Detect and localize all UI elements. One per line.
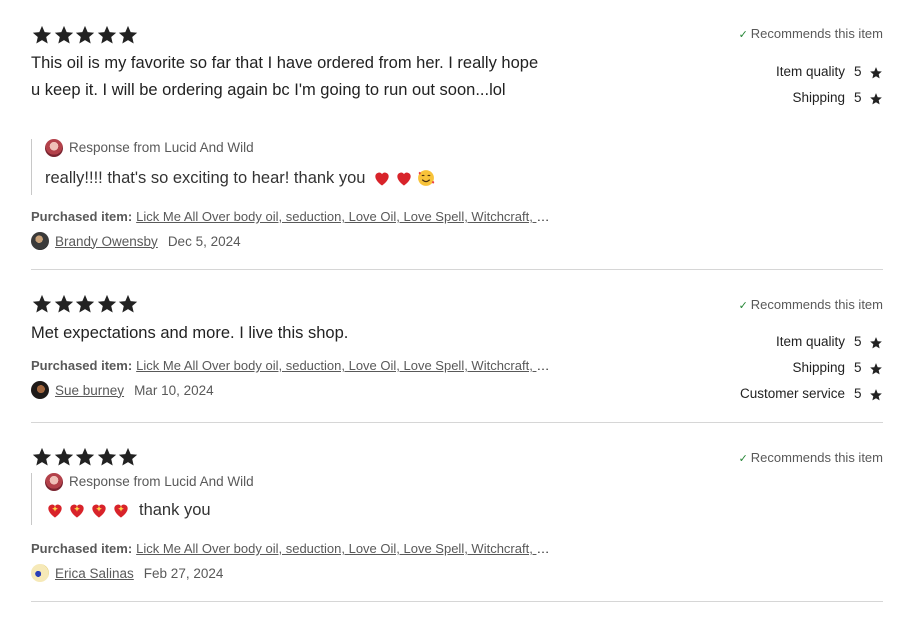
reviewer-avatar[interactable] (31, 232, 49, 250)
red-heart-emoji (396, 172, 411, 186)
reviewer-byline: Erica Salinas Feb 27, 2024 (31, 564, 223, 582)
review-1: ✓ Recommends this item Item quality 5 Ship… (31, 24, 883, 254)
star-icon (75, 294, 95, 313)
smiling-face-with-hearts-emoji (417, 170, 434, 186)
seller-avatar (45, 139, 63, 157)
star-icon (870, 93, 882, 105)
review-text: Met expectations and more. I live this s… (31, 324, 349, 342)
recommends-badge: ✓ Recommends this item (738, 26, 883, 41)
sparkling-heart-emoji (48, 504, 62, 518)
divider (31, 269, 883, 270)
divider (31, 422, 883, 423)
star-icon (97, 25, 116, 44)
rating-item-quality: Item quality 5 (543, 64, 883, 80)
response-text: really!!!! that's so exciting to hear! t… (45, 169, 366, 187)
checkmark-icon: ✓ (738, 453, 748, 465)
star-icon (118, 25, 138, 44)
review-date: Mar 10, 2024 (134, 382, 214, 398)
star-icon (118, 447, 138, 466)
recommends-badge: ✓ Recommends this item (738, 450, 883, 465)
checkmark-icon: ✓ (738, 29, 748, 41)
rating-item-quality: Item quality 5 (543, 334, 883, 350)
star-icon (870, 363, 882, 375)
star-icon (118, 294, 138, 313)
star-icon (54, 294, 73, 313)
checkmark-icon: ✓ (738, 300, 748, 312)
purchased-item-link[interactable]: Lick Me All Over body oil, seduction, Lo… (136, 358, 551, 373)
rating-shipping: Shipping 5 (543, 360, 883, 376)
rating-shipping: Shipping 5 (543, 90, 883, 106)
purchased-item: Purchased item: Lick Me All Over body oil… (31, 541, 551, 557)
seller-response: Response from Lucid And Wild thank you (31, 473, 565, 525)
star-icon (870, 67, 882, 79)
review-text: This oil is my favorite so far that I ha… (31, 54, 539, 99)
response-text: thank you (139, 501, 211, 519)
star-icon (32, 294, 52, 313)
star-icon (870, 337, 882, 349)
seller-avatar (45, 473, 63, 491)
reviewer-byline: Brandy Owensby Dec 5, 2024 (31, 232, 241, 250)
star-icon (32, 447, 52, 466)
star-icon (54, 25, 73, 44)
reviewer-name-link[interactable]: Sue burney (55, 383, 124, 398)
star-icon (75, 25, 95, 44)
purchased-item-link[interactable]: Lick Me All Over body oil, seduction, Lo… (136, 541, 551, 556)
star-rating (31, 24, 139, 46)
review-date: Dec 5, 2024 (167, 233, 241, 249)
purchased-item: Purchased item: Lick Me All Over body oil… (31, 209, 551, 225)
divider (31, 601, 883, 602)
star-icon (97, 294, 116, 313)
star-icon (32, 25, 52, 44)
purchased-item-link[interactable]: Lick Me All Over body oil, seduction, Lo… (136, 209, 551, 224)
rating-breakdown: ✓ Recommends this item (543, 450, 883, 466)
seller-response: Response from Lucid And Wild really!!!! … (31, 139, 565, 195)
reviewer-name-link[interactable]: Erica Salinas (55, 566, 134, 581)
star-rating (31, 446, 139, 468)
star-icon (870, 389, 882, 401)
star-icon (54, 447, 73, 466)
reviewer-avatar[interactable] (31, 381, 49, 399)
rating-breakdown: ✓ Recommends this item Item quality 5 Ship… (543, 297, 883, 402)
reviewer-byline: Sue burney Mar 10, 2024 (31, 381, 214, 399)
recommends-badge: ✓ Recommends this item (738, 297, 883, 312)
response-from: Response from Lucid And Wild (69, 474, 254, 489)
purchased-item: Purchased item: Lick Me All Over body oil… (31, 358, 551, 374)
review-date: Feb 27, 2024 (143, 565, 224, 581)
sparkling-heart-emoji (114, 504, 128, 518)
star-icon (75, 447, 95, 466)
reviewer-avatar[interactable] (31, 564, 49, 582)
rating-breakdown: ✓ Recommends this item Item quality 5 Ship… (543, 26, 883, 106)
sparkling-heart-emoji (70, 504, 84, 518)
star-icon (97, 447, 116, 466)
response-from: Response from Lucid And Wild (69, 140, 254, 155)
reviewer-name-link[interactable]: Brandy Owensby (55, 234, 158, 249)
star-rating (31, 293, 139, 315)
review-2: ✓ Recommends this item Item quality 5 Ship… (31, 293, 883, 413)
review-3: ✓ Recommends this item Response from Luci… (31, 446, 883, 586)
sparkling-heart-emoji (92, 504, 106, 518)
rating-customer-service: Customer service 5 (543, 386, 883, 402)
red-heart-emoji (374, 172, 389, 186)
